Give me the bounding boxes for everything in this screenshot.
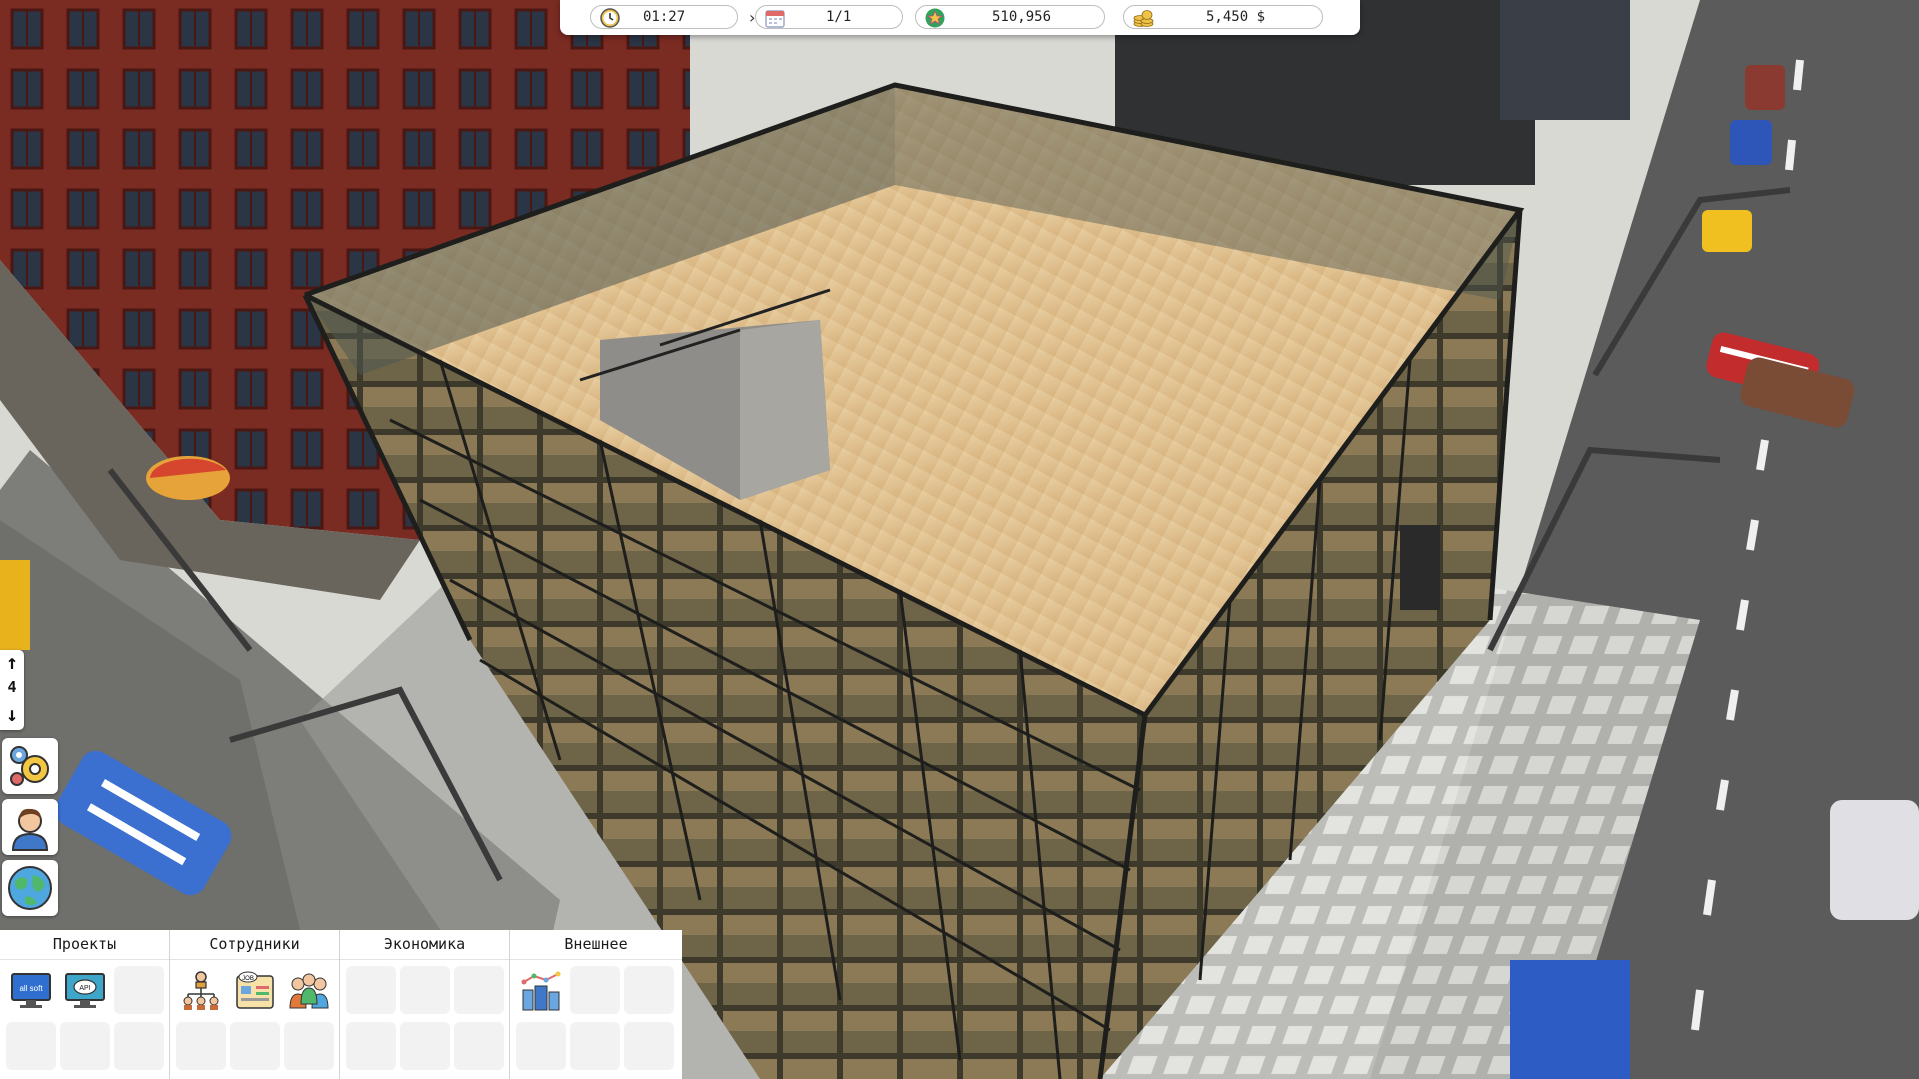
build-menu-panel: Проекты all soft API Сотрудники JOB Экон…	[0, 930, 682, 1079]
empty-slot	[284, 1022, 334, 1070]
empty-slot	[6, 1022, 56, 1070]
time-value: 01:27	[643, 9, 686, 25]
floor-selector: ↑ 4 ↓	[0, 650, 24, 730]
org-chart-item[interactable]	[176, 966, 226, 1014]
empty-slot	[114, 1022, 164, 1070]
floor-number: 4	[7, 678, 17, 696]
all-soft-project-icon: all soft	[11, 973, 51, 1008]
reputation-display: 510,956	[915, 5, 1105, 29]
empty-slot	[114, 966, 164, 1014]
tab-label: Внешнее	[564, 935, 628, 953]
coins-icon	[1133, 10, 1154, 27]
empty-slot	[230, 1022, 280, 1070]
globe-icon	[8, 866, 52, 910]
settings-button[interactable]	[2, 738, 58, 794]
tab-label: Проекты	[52, 935, 117, 953]
floor-up-arrow-icon[interactable]: ↑	[0, 650, 24, 674]
job-board-icon: JOB	[236, 971, 274, 1009]
time-display[interactable]: 01:27 ›	[590, 5, 755, 29]
calendar-icon	[765, 10, 785, 28]
team-icon	[289, 973, 329, 1009]
tab-external[interactable]: Внешнее	[510, 930, 682, 1079]
empty-slot	[516, 1022, 566, 1070]
api-project-icon: API	[65, 973, 105, 1008]
empty-slot	[400, 966, 450, 1014]
world-map-button[interactable]	[2, 860, 58, 916]
game-world-view[interactable]	[0, 0, 1919, 1079]
employee-button[interactable]	[2, 799, 58, 855]
tab-projects[interactable]: Проекты all soft API	[0, 930, 170, 1079]
empty-slot	[624, 1022, 674, 1070]
empty-slot	[60, 1022, 110, 1070]
tab-employees[interactable]: Сотрудники JOB	[170, 930, 340, 1079]
tab-label: Сотрудники	[209, 935, 300, 953]
empty-slot	[570, 966, 620, 1014]
tab-label: Экономика	[383, 935, 466, 953]
api-label: API	[79, 985, 90, 992]
empty-slot	[346, 1022, 396, 1070]
job-label: JOB	[242, 976, 254, 982]
city-buildings-item[interactable]	[516, 966, 566, 1014]
top-status-bar: 01:27 › 1/1 510,956 5,450 $	[560, 0, 1360, 35]
all-soft-label: all soft	[19, 984, 43, 993]
empty-slot	[624, 966, 674, 1014]
org-chart-icon	[183, 971, 219, 1010]
tab-economy[interactable]: Экономика	[340, 930, 510, 1079]
empty-slot	[346, 966, 396, 1014]
date-display: 1/1	[755, 5, 903, 29]
empty-slot	[400, 1022, 450, 1070]
job-board-item[interactable]: JOB	[230, 966, 280, 1014]
date-value: 1/1	[826, 9, 852, 25]
money-value: 5,450 $	[1206, 9, 1266, 25]
empty-slot	[176, 1022, 226, 1070]
reputation-star-icon	[925, 8, 945, 28]
floor-down-arrow-icon[interactable]: ↓	[0, 702, 24, 726]
empty-slot	[454, 966, 504, 1014]
settings-gears-icon	[10, 746, 49, 786]
all-soft-project-item[interactable]: all soft	[6, 966, 56, 1014]
reputation-value: 510,956	[992, 9, 1052, 25]
money-display: 5,450 $	[1123, 5, 1323, 29]
team-item[interactable]	[284, 966, 334, 1014]
api-project-item[interactable]: API	[60, 966, 110, 1014]
city-buildings-icon	[521, 971, 561, 1011]
empty-slot	[454, 1022, 504, 1070]
empty-slot	[570, 1022, 620, 1070]
clock-icon	[600, 8, 620, 28]
employee-avatar-icon	[11, 808, 49, 851]
